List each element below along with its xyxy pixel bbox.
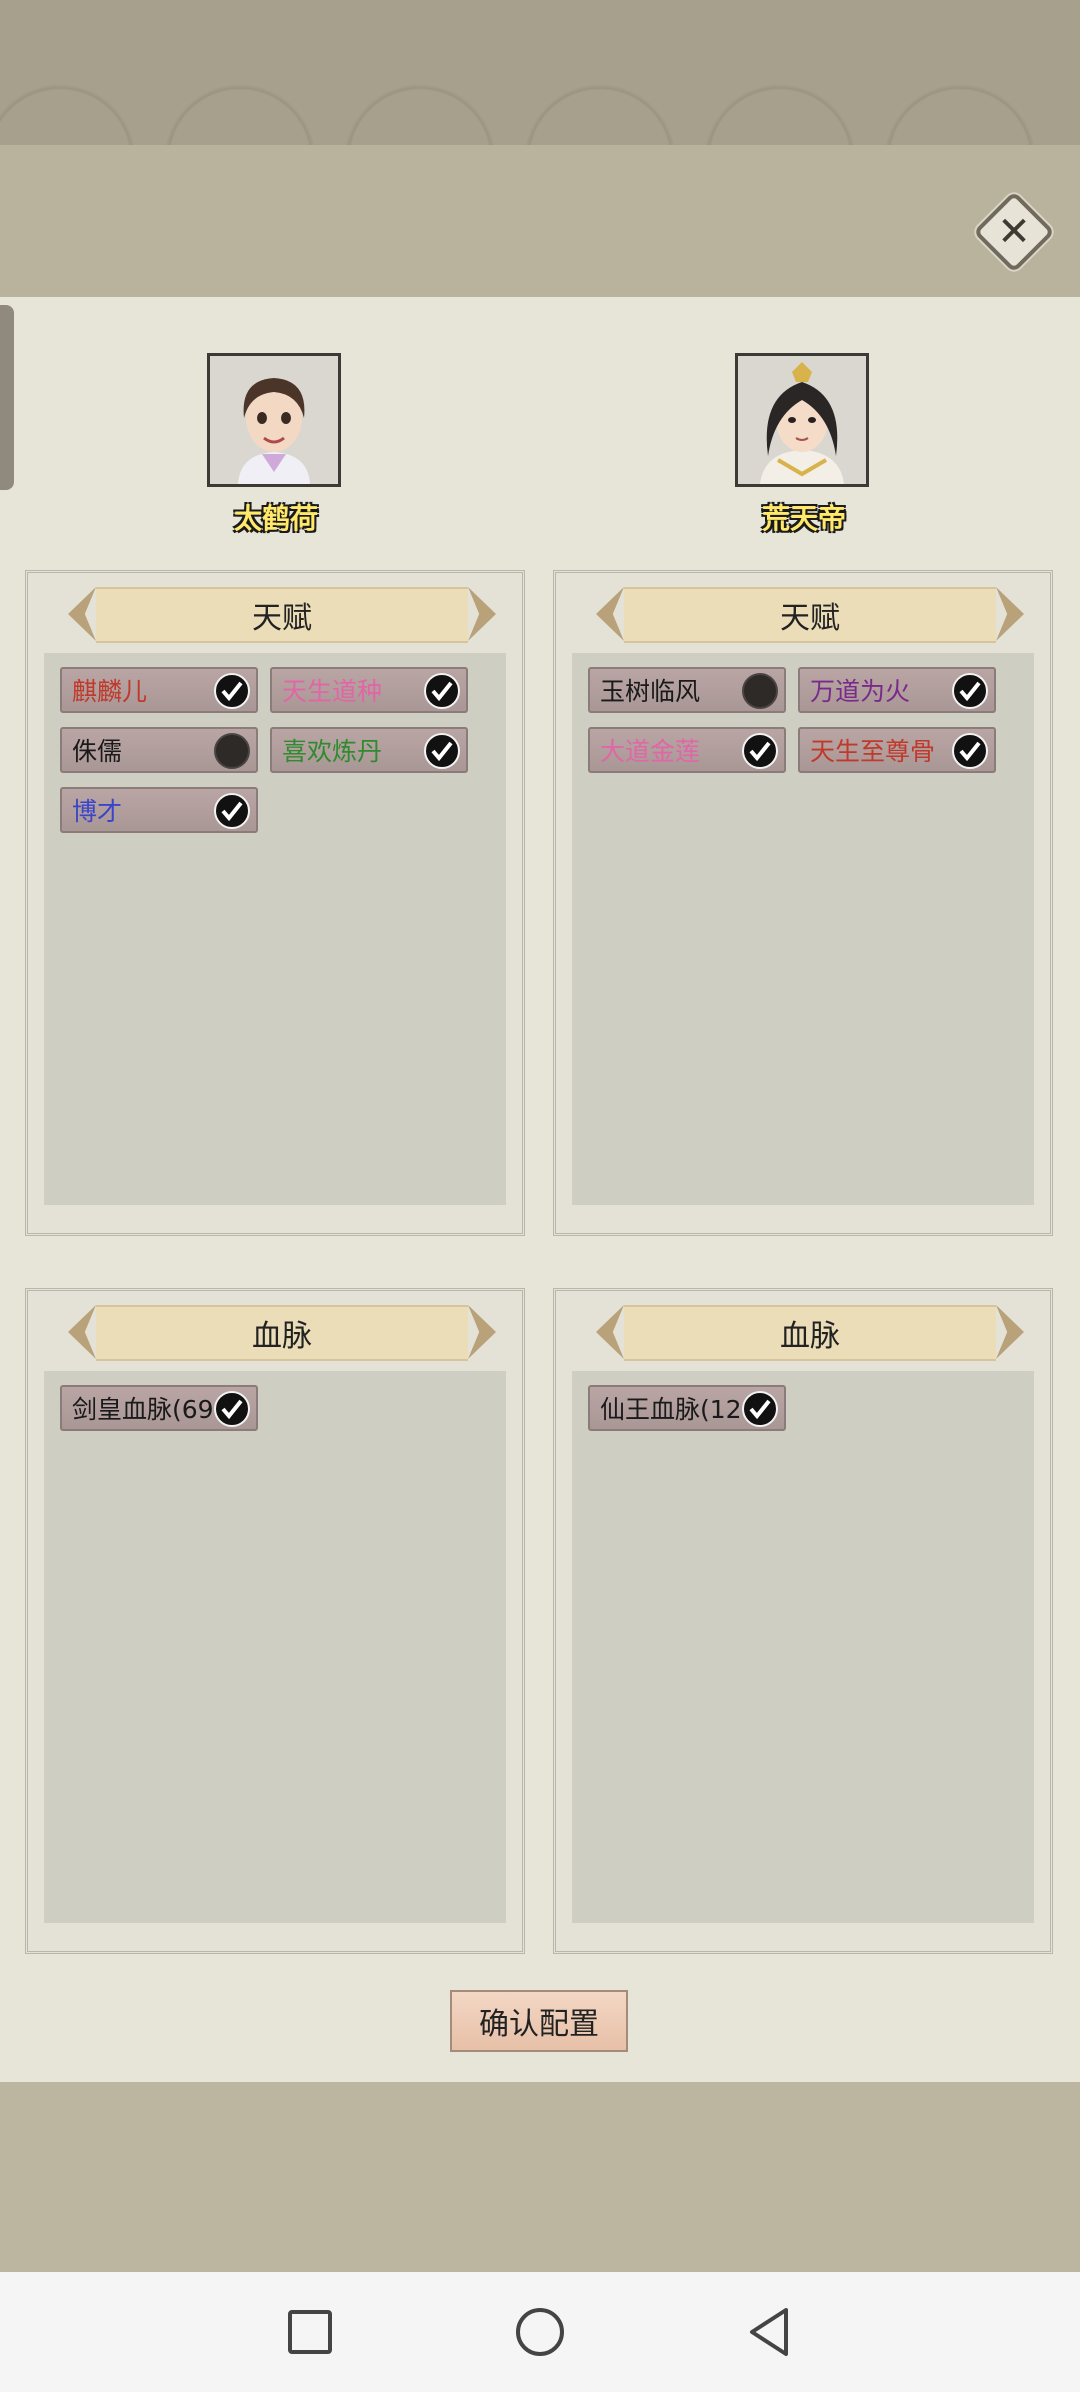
character-name: 太鹤荷 <box>233 502 318 535</box>
header-strip <box>0 145 1080 297</box>
triangle-back-icon <box>750 2308 788 2356</box>
home-button[interactable] <box>508 2300 572 2364</box>
avatar[interactable] <box>735 353 869 487</box>
bloodline-panel-2: 血脉 仙王血脉(12 <box>553 1288 1053 1954</box>
check-icon <box>214 1391 250 1427</box>
bloodline-list: 剑皇血脉(69 <box>44 1371 506 1923</box>
talent-chip[interactable]: 喜欢炼丹 <box>270 727 468 773</box>
female-portrait-icon <box>210 356 338 484</box>
talent-chip[interactable]: 天生道种 <box>270 667 468 713</box>
chevron-right-icon <box>468 587 496 641</box>
chevron-right-icon <box>468 1305 496 1359</box>
character-card-1: 太鹤荷 <box>207 353 345 537</box>
close-button[interactable]: ✕ <box>972 190 1056 274</box>
talent-panel-1: 天赋 麒麟儿 天生道种 侏儒 喜欢炼丹 博才 <box>25 570 525 1236</box>
bloodline-header: 血脉 <box>596 1305 1024 1361</box>
talent-list: 玉树临风 万道为火 大道金莲 天生至尊骨 <box>572 653 1034 1205</box>
confirm-config-button[interactable]: 确认配置 <box>450 1990 628 2052</box>
bottom-strip <box>0 2082 1080 2278</box>
talent-chip[interactable]: 博才 <box>60 787 258 833</box>
decorative-top-band <box>0 0 1080 149</box>
check-icon <box>214 673 250 709</box>
bloodline-panel-1: 血脉 剑皇血脉(69 <box>25 1288 525 1954</box>
character-name: 荒天帝 <box>761 502 846 535</box>
chevron-right-icon <box>996 587 1024 641</box>
bloodline-chip[interactable]: 仙王血脉(12 <box>588 1385 786 1431</box>
check-icon <box>742 1391 778 1427</box>
recent-apps-button[interactable] <box>278 2300 342 2364</box>
check-icon <box>424 733 460 769</box>
talent-chip[interactable]: 侏儒 <box>60 727 258 773</box>
bloodline-list: 仙王血脉(12 <box>572 1371 1034 1923</box>
talent-chip[interactable]: 万道为火 <box>798 667 996 713</box>
check-icon <box>952 673 988 709</box>
talent-chip[interactable]: 麒麟儿 <box>60 667 258 713</box>
chevron-left-icon <box>596 587 624 641</box>
system-nav-bar <box>0 2272 1080 2392</box>
chevron-right-icon <box>996 1305 1024 1359</box>
chevron-left-icon <box>68 1305 96 1359</box>
chevron-left-icon <box>596 1305 624 1359</box>
back-button[interactable] <box>738 2300 802 2364</box>
male-emperor-portrait-icon <box>738 356 866 484</box>
talent-panel-2: 天赋 玉树临风 万道为火 大道金莲 天生至尊骨 <box>553 570 1053 1236</box>
square-icon <box>288 2310 332 2354</box>
talent-chip[interactable]: 玉树临风 <box>588 667 786 713</box>
check-icon <box>214 793 250 829</box>
check-icon <box>424 673 460 709</box>
check-icon <box>742 733 778 769</box>
talent-list: 麒麟儿 天生道种 侏儒 喜欢炼丹 博才 <box>44 653 506 1205</box>
side-tab-handle[interactable] <box>0 305 14 490</box>
chevron-left-icon <box>68 587 96 641</box>
unchecked-circle-icon <box>214 733 250 769</box>
avatar[interactable] <box>207 353 341 487</box>
bloodline-header: 血脉 <box>68 1305 496 1361</box>
talent-chip[interactable]: 大道金莲 <box>588 727 786 773</box>
character-card-2: 荒天帝 <box>735 353 873 537</box>
talent-header: 天赋 <box>68 587 496 643</box>
check-icon <box>952 733 988 769</box>
close-icon: ✕ <box>997 209 1031 255</box>
unchecked-circle-icon <box>742 673 778 709</box>
bloodline-chip[interactable]: 剑皇血脉(69 <box>60 1385 258 1431</box>
circle-icon <box>516 2308 564 2356</box>
talent-header: 天赋 <box>596 587 1024 643</box>
talent-chip[interactable]: 天生至尊骨 <box>798 727 996 773</box>
